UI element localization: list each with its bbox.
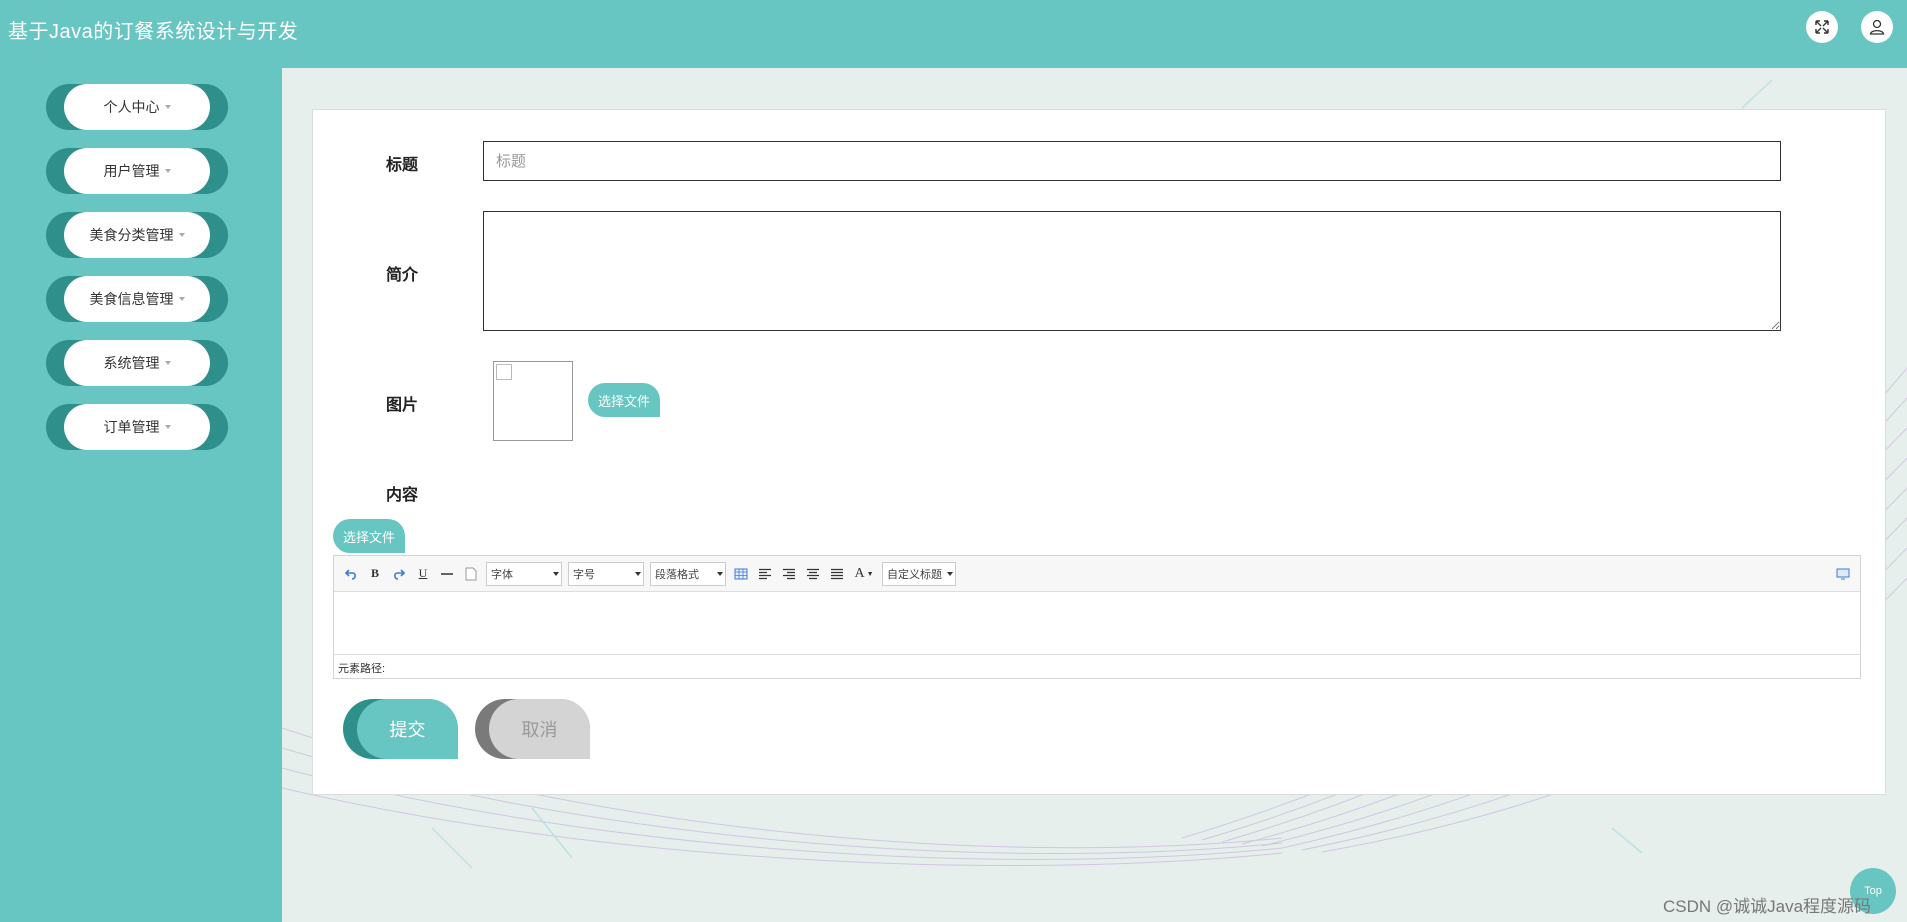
sidebar-item-system-management[interactable]: 系统管理 (46, 340, 228, 386)
redo-icon[interactable] (390, 565, 408, 583)
element-path-bar: 元素路径: (334, 654, 1860, 678)
align-center-icon[interactable] (804, 565, 822, 583)
broken-image-icon (496, 364, 512, 380)
caret-down-icon (717, 571, 723, 576)
font-family-value: 字体 (491, 568, 513, 581)
table-icon[interactable] (732, 565, 750, 583)
editor-content-area[interactable] (334, 592, 1860, 654)
caret-down-icon (947, 571, 953, 576)
intro-label: 简介 (386, 267, 419, 284)
sidebar-item-personal-center[interactable]: 个人中心 (46, 84, 228, 130)
caret-down-icon (178, 297, 185, 301)
image-label: 图片 (386, 397, 419, 414)
custom-title-value: 自定义标题 (887, 568, 942, 581)
sidebar-item-label: 用户管理 (103, 163, 160, 179)
caret-down-icon (164, 425, 171, 429)
align-left-icon[interactable] (756, 565, 774, 583)
user-icon (1869, 19, 1885, 35)
image-preview (493, 361, 573, 441)
cancel-button-label: 取消 (489, 699, 590, 759)
sidebar-item-label: 美食信息管理 (89, 291, 174, 307)
fullscreen-button[interactable] (1806, 11, 1838, 43)
bold-icon[interactable]: B (366, 565, 384, 583)
title-label: 标题 (386, 157, 419, 174)
custom-title-select[interactable]: 自定义标题 (882, 561, 956, 586)
rich-text-editor: B U 字体 字号 段落格式 A ▼ 自定义标题 元素路径: (333, 555, 1861, 679)
underline-icon[interactable]: U (414, 565, 432, 583)
caret-down-icon (178, 233, 185, 237)
sidebar-item-food-category-management[interactable]: 美食分类管理 (46, 212, 228, 258)
editor-toolbar: B U 字体 字号 段落格式 A ▼ 自定义标题 (334, 556, 1860, 592)
justify-icon[interactable] (828, 565, 846, 583)
element-path-label: 元素路径: (338, 663, 386, 675)
font-family-select[interactable]: 字体 (486, 561, 562, 586)
font-color-icon[interactable]: A ▼ (852, 565, 876, 583)
sidebar-item-user-management[interactable]: 用户管理 (46, 148, 228, 194)
caret-down-icon (635, 571, 641, 576)
top-header: 基于Java的订餐系统设计与开发 (0, 0, 1907, 68)
title-input[interactable] (483, 141, 1781, 181)
sidebar-item-food-info-management[interactable]: 美食信息管理 (46, 276, 228, 322)
image-upload-button[interactable]: 选择文件 (588, 383, 661, 417)
page-icon[interactable] (462, 565, 480, 583)
sidebar-item-label: 美食分类管理 (89, 227, 174, 243)
sidebar-item-label: 订单管理 (103, 419, 160, 435)
caret-down-icon (164, 361, 171, 365)
expand-icon (1815, 20, 1829, 34)
content-upload-button[interactable]: 选择文件 (333, 519, 406, 553)
content-label: 内容 (386, 487, 419, 504)
paragraph-format-select[interactable]: 段落格式 (650, 561, 726, 586)
sidebar: 个人中心 用户管理 美食分类管理 美食信息管理 系统管理 订单管理 (0, 68, 282, 922)
watermark: CSDN @诚诚Java程度源码 (1663, 897, 1872, 916)
app-title: 基于Java的订餐系统设计与开发 (8, 21, 299, 43)
horizontal-rule-icon[interactable] (438, 565, 456, 583)
caret-down-icon (553, 571, 559, 576)
paragraph-format-value: 段落格式 (655, 568, 699, 581)
cancel-button[interactable]: 取消 (475, 699, 590, 759)
font-size-value: 字号 (573, 568, 595, 581)
submit-button[interactable]: 提交 (343, 699, 458, 759)
caret-down-icon (164, 169, 171, 173)
font-size-select[interactable]: 字号 (568, 561, 644, 586)
fullscreen-icon[interactable] (1834, 565, 1852, 583)
sidebar-item-label: 系统管理 (103, 355, 160, 371)
undo-icon[interactable] (342, 565, 360, 583)
form-card: 标题 简介 图片 选择文件 内容 选择文件 B U 字体 字号 段落格式 A▼ … (312, 109, 1886, 795)
submit-button-label: 提交 (357, 699, 458, 759)
sidebar-item-order-management[interactable]: 订单管理 (46, 404, 228, 450)
align-right-icon[interactable] (780, 565, 798, 583)
caret-down-icon (164, 105, 171, 109)
sidebar-item-label: 个人中心 (103, 99, 160, 115)
user-button[interactable] (1861, 11, 1893, 43)
intro-textarea[interactable] (483, 211, 1781, 331)
